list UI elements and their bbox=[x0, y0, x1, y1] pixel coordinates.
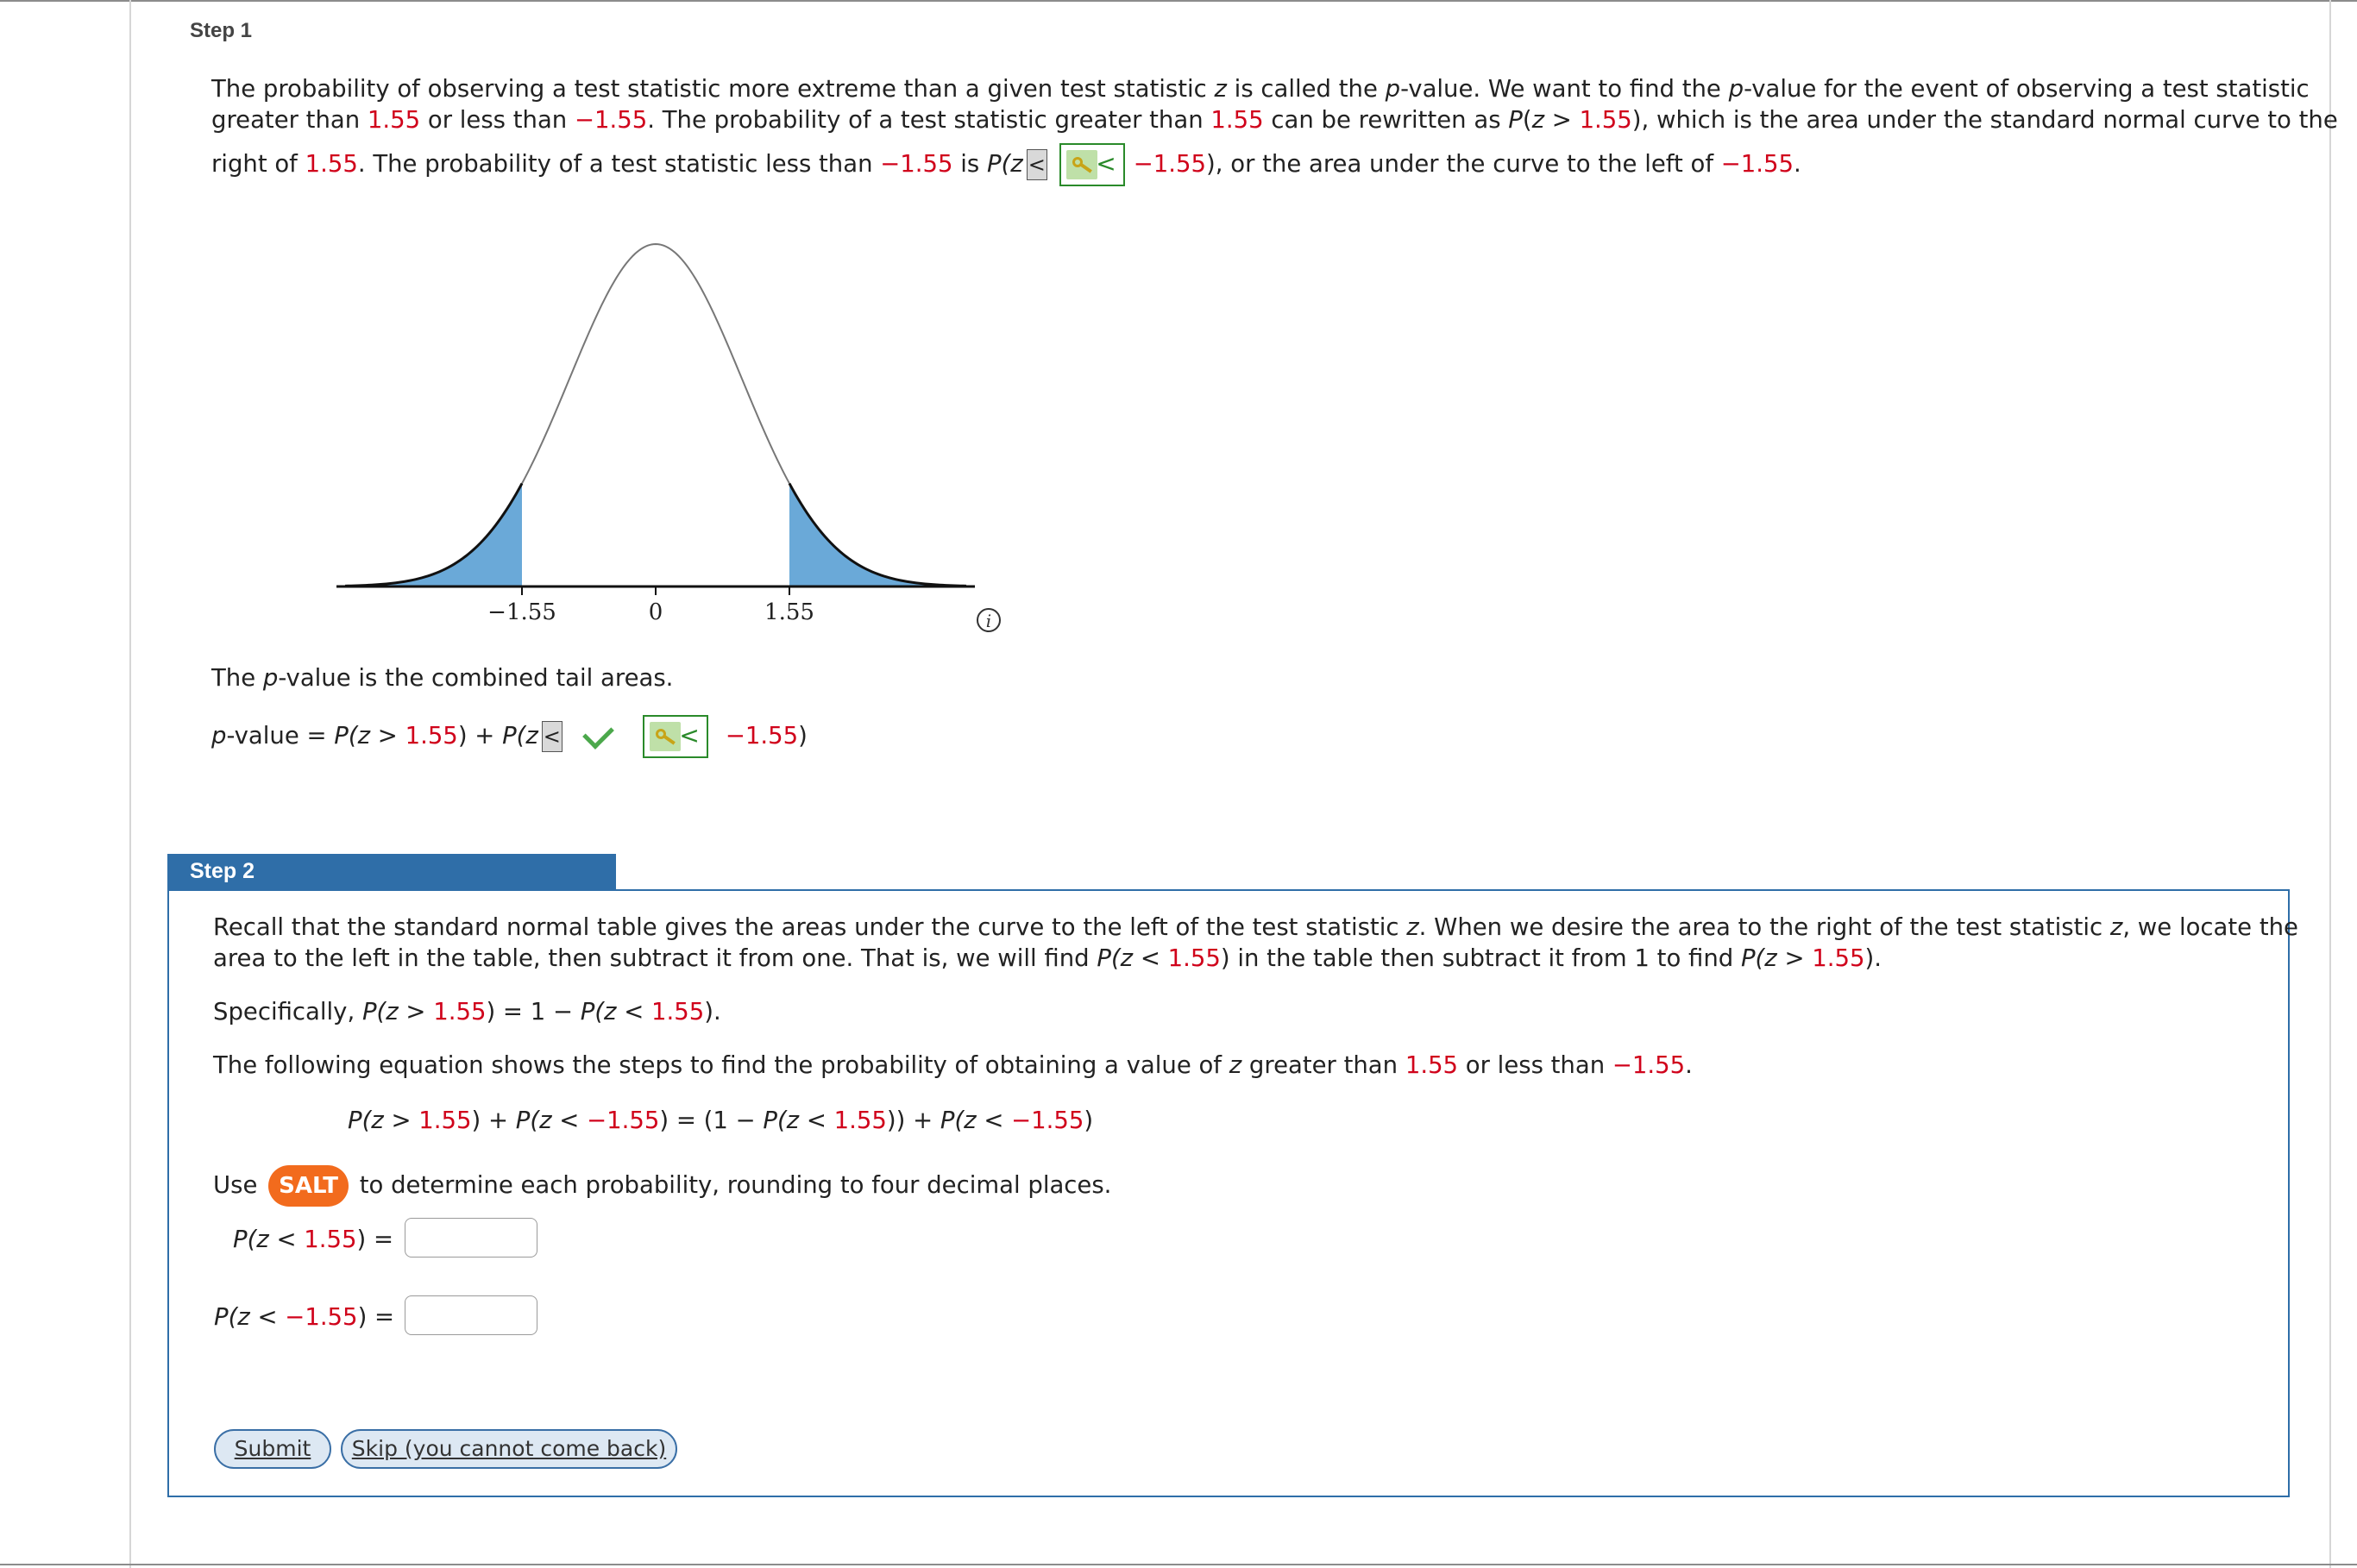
submit-button[interactable]: Submit bbox=[214, 1429, 331, 1469]
right-tail-area bbox=[789, 483, 966, 586]
operator-select[interactable]: < bbox=[1026, 149, 1047, 180]
step1-paragraph-line1: The probability of observing a test stat… bbox=[211, 75, 2310, 103]
pvalue-equation: p-value = P(z > 1.55) + P(z < < −1.55) bbox=[211, 715, 808, 758]
skip-button[interactable]: Skip (you cannot come back) bbox=[341, 1429, 677, 1469]
normal-curve-chart: −1.55 0 1.55 i bbox=[336, 242, 1001, 632]
q2-answer-input[interactable] bbox=[405, 1295, 537, 1335]
x-tick-label: 0 bbox=[649, 599, 663, 625]
page: Step 1 The probability of observing a te… bbox=[0, 0, 2357, 1568]
left-tail-area bbox=[345, 483, 522, 586]
step2-specifically: Specifically, P(z > 1.55) = 1 − P(z < 1.… bbox=[213, 998, 721, 1025]
checkmark-icon bbox=[581, 717, 614, 750]
normal-curve bbox=[344, 242, 967, 587]
info-icon[interactable]: i bbox=[977, 608, 1001, 632]
bottom-divider bbox=[0, 1564, 2357, 1565]
pvalue-note: The p-value is the combined tail areas. bbox=[211, 664, 674, 692]
step2-following: The following equation shows the steps t… bbox=[213, 1051, 1693, 1079]
q1-answer-input[interactable] bbox=[405, 1218, 537, 1258]
step1-heading: Step 1 bbox=[190, 19, 253, 42]
left-margin-rule bbox=[129, 0, 131, 1568]
x-tick-label: 1.55 bbox=[764, 599, 814, 625]
step2-tab: Step 2 bbox=[167, 854, 616, 890]
svg-text:i: i bbox=[986, 611, 991, 631]
key-icon bbox=[1065, 150, 1097, 179]
answer-key-box: < bbox=[1059, 143, 1125, 186]
step1-paragraph-line2: greater than 1.55 or less than −1.55. Th… bbox=[211, 106, 2338, 134]
step1-paragraph-line3: right of 1.55. The probability of a test… bbox=[211, 143, 1801, 186]
x-tick-label: −1.55 bbox=[487, 599, 556, 625]
q2-label: P(z < −1.55) = bbox=[214, 1303, 395, 1331]
q1-label: P(z < 1.55) = bbox=[233, 1226, 394, 1253]
right-margin-rule bbox=[2329, 0, 2331, 1568]
key-icon bbox=[649, 722, 681, 751]
answer-key-box: < bbox=[642, 715, 708, 758]
step2-paragraph-line2: area to the left in the table, then subt… bbox=[213, 944, 1882, 972]
step2-equation: P(z > 1.55) + P(z < −1.55) = (1 − P(z < … bbox=[348, 1107, 1094, 1134]
salt-button[interactable]: SALT bbox=[268, 1165, 349, 1207]
step2-paragraph-line1: Recall that the standard normal table gi… bbox=[213, 913, 2298, 941]
operator-select[interactable]: < bbox=[541, 721, 563, 752]
step2-heading: Step 2 bbox=[190, 859, 255, 883]
step2-use-salt: Use SALT to determine each probability, … bbox=[213, 1163, 1111, 1207]
top-divider bbox=[0, 0, 2357, 2]
